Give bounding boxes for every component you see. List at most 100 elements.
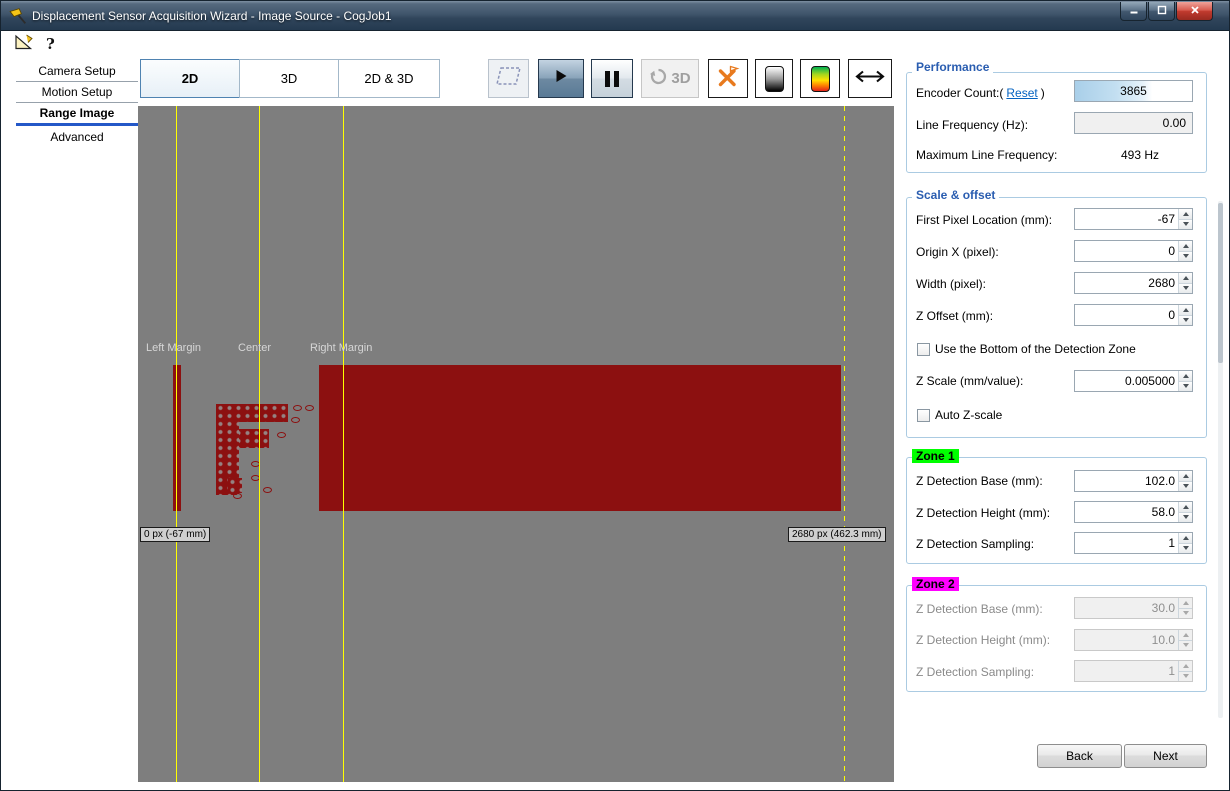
- spin-down-button[interactable]: [1179, 219, 1192, 230]
- sidebar-item-camera-setup[interactable]: Camera Setup: [16, 61, 138, 82]
- origin-x-field[interactable]: 0: [1074, 240, 1193, 262]
- sidebar-item-label: Range Image: [40, 106, 115, 120]
- max-line-frequency-label: Maximum Line Frequency:: [916, 148, 1057, 162]
- first-pixel-location-label: First Pixel Location (mm):: [916, 213, 1052, 227]
- z-scale-label: Z Scale (mm/value):: [916, 374, 1023, 388]
- encoder-count-value: 3865: [1075, 81, 1192, 101]
- origin-x-label: Origin X (pixel):: [916, 245, 999, 259]
- tab-3d[interactable]: 3D: [239, 59, 339, 98]
- horizontal-arrows-icon: [855, 70, 885, 88]
- measure-tool-icon[interactable]: [14, 33, 34, 55]
- spin-down-button: [1179, 640, 1192, 651]
- spin-down-button[interactable]: [1179, 283, 1192, 294]
- spin-down-button[interactable]: [1179, 481, 1192, 492]
- spin-up-button[interactable]: [1179, 209, 1192, 219]
- window-title: Displacement Sensor Acquisition Wizard -…: [32, 9, 392, 23]
- field-value: 2680: [1148, 273, 1175, 293]
- spinner-arrows: [1178, 471, 1192, 491]
- spin-down-button: [1179, 671, 1192, 682]
- region-select-button[interactable]: [488, 59, 529, 98]
- pause-button[interactable]: [591, 59, 633, 98]
- tab-label: 3D: [281, 71, 298, 86]
- zone1-height-label: Z Detection Height (mm):: [916, 506, 1050, 520]
- z-scale-field[interactable]: 0.005000: [1074, 370, 1193, 392]
- use-bottom-checkbox[interactable]: [917, 343, 930, 356]
- line-frequency-value: 0.00: [1163, 113, 1186, 133]
- spin-down-button[interactable]: [1179, 512, 1192, 523]
- back-button[interactable]: Back: [1037, 744, 1122, 768]
- zone1-sampling-field[interactable]: 1: [1074, 532, 1193, 554]
- width-field[interactable]: 2680: [1074, 272, 1193, 294]
- center-line[interactable]: [259, 106, 260, 782]
- color-palette-button[interactable]: [800, 59, 840, 98]
- spin-down-button: [1179, 608, 1192, 619]
- line-frequency-field: 0.00: [1074, 112, 1193, 134]
- spinner-arrows: [1178, 598, 1192, 618]
- spinner-arrows: [1178, 502, 1192, 522]
- spin-down-button[interactable]: [1179, 381, 1192, 392]
- help-icon[interactable]: ?: [46, 35, 55, 53]
- cancel-acquisition-button[interactable]: [708, 59, 748, 98]
- z-offset-field[interactable]: 0: [1074, 304, 1193, 326]
- next-button[interactable]: Next: [1124, 744, 1207, 768]
- pause-icon: [605, 71, 619, 87]
- encoder-reset-link[interactable]: Reset: [1006, 86, 1037, 100]
- spinner-arrows: [1178, 241, 1192, 261]
- auto-zscale-checkbox[interactable]: [917, 409, 930, 422]
- sidebar-item-advanced[interactable]: Advanced: [16, 126, 138, 147]
- app-icon: [9, 7, 27, 25]
- spin-up-button[interactable]: [1179, 305, 1192, 315]
- title-bar[interactable]: Displacement Sensor Acquisition Wizard -…: [1, 1, 1229, 31]
- sidebar-item-motion-setup[interactable]: Motion Setup: [16, 82, 138, 103]
- sidebar-item-range-image[interactable]: Range Image: [16, 103, 138, 126]
- first-pixel-location-field[interactable]: -67: [1074, 208, 1193, 230]
- field-value: 58.0: [1152, 502, 1175, 522]
- spin-up-button[interactable]: [1179, 371, 1192, 381]
- range-image-viewport[interactable]: Left Margin Center Right Margin 0 px (-6…: [138, 106, 894, 782]
- scrollbar-thumb[interactable]: [1218, 203, 1223, 363]
- left-margin-line[interactable]: [176, 106, 177, 782]
- panel-scrollbar[interactable]: [1218, 201, 1223, 718]
- minimize-button[interactable]: [1120, 2, 1147, 21]
- field-value: 0: [1168, 241, 1175, 261]
- maximize-button[interactable]: [1148, 2, 1175, 21]
- performance-title: Performance: [912, 60, 993, 74]
- fit-width-button[interactable]: [848, 59, 892, 98]
- zone2-sampling-label: Z Detection Sampling:: [916, 665, 1034, 679]
- zone1-base-field[interactable]: 102.0: [1074, 470, 1193, 492]
- next-button-label: Next: [1153, 749, 1178, 763]
- field-value: -67: [1158, 209, 1175, 229]
- spin-up-button[interactable]: [1179, 241, 1192, 251]
- width-label: Width (pixel):: [916, 277, 986, 291]
- pixel-marker-left: 0 px (-67 mm): [140, 527, 210, 542]
- spin-down-button[interactable]: [1179, 543, 1192, 554]
- refresh-3d-button[interactable]: 3D: [641, 59, 699, 98]
- color-gradient-icon: [811, 66, 830, 92]
- spinner-arrows: [1178, 273, 1192, 293]
- spin-up-button[interactable]: [1179, 533, 1192, 543]
- right-margin-line[interactable]: [343, 106, 344, 782]
- field-value: 1: [1168, 661, 1175, 681]
- scan-ring: [277, 432, 286, 438]
- spin-up-button[interactable]: [1179, 502, 1192, 512]
- play-button[interactable]: [538, 59, 584, 98]
- field-value: 0.005000: [1125, 371, 1175, 391]
- tab-2d-and-3d[interactable]: 2D & 3D: [338, 59, 440, 98]
- scan-ring: [291, 417, 300, 423]
- close-button[interactable]: [1176, 2, 1213, 21]
- max-line-frequency-value: 493 Hz: [1121, 148, 1159, 162]
- field-value: 102.0: [1145, 471, 1175, 491]
- grayscale-palette-button[interactable]: [755, 59, 793, 98]
- detection-band: [173, 365, 841, 511]
- wizard-window: Displacement Sensor Acquisition Wizard -…: [0, 0, 1230, 791]
- spin-down-button[interactable]: [1179, 251, 1192, 262]
- spin-up-button[interactable]: [1179, 273, 1192, 283]
- tab-label: 2D: [182, 71, 199, 86]
- tab-2d[interactable]: 2D: [140, 59, 240, 98]
- zone1-height-field[interactable]: 58.0: [1074, 501, 1193, 523]
- spin-up-button[interactable]: [1179, 471, 1192, 481]
- caption-buttons: [1120, 2, 1213, 21]
- spin-down-button[interactable]: [1179, 315, 1192, 326]
- back-button-label: Back: [1066, 749, 1093, 763]
- side-toolbar: ?: [14, 34, 55, 54]
